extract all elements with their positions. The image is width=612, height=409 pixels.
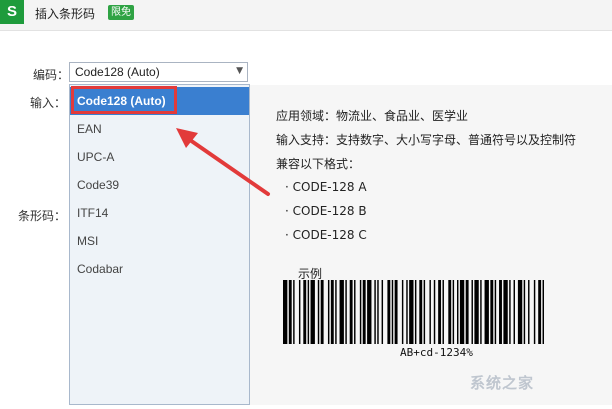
encoding-select[interactable]: Code128 (Auto) ▼ — [69, 62, 248, 82]
barcode-bar — [359, 280, 362, 344]
barcode-bar — [423, 280, 426, 344]
info-input-support: 输入支持：支持数字、大小写字母、普通符号以及控制符 — [276, 133, 577, 147]
barcode-bar — [480, 280, 482, 344]
barcode-bar — [307, 280, 310, 344]
barcode-bar — [387, 280, 391, 344]
barcode-bar — [298, 280, 301, 344]
barcode-bar — [367, 280, 372, 344]
encoding-select-value: Code128 (Auto) — [75, 65, 160, 79]
barcode-caption: AB+cd-1234% — [400, 346, 473, 359]
barcode-bar — [339, 280, 344, 344]
barcode-bar — [542, 280, 544, 344]
barcode-bar — [327, 280, 330, 344]
barcode-label: 条形码： — [18, 209, 67, 223]
barcode-bar — [330, 280, 334, 344]
encoding-dropdown-list: Code128 (Auto) EAN UPC-A Code39 ITF14 MS… — [69, 84, 250, 405]
dropdown-option-codabar[interactable]: Codabar — [70, 255, 249, 283]
barcode-bar — [442, 280, 444, 344]
barcode-bar — [283, 280, 288, 344]
barcode-bar — [349, 280, 353, 344]
chevron-down-icon[interactable]: ▼ — [236, 66, 243, 76]
dialog-title: 插入条形码 — [35, 7, 96, 21]
barcode-bar — [401, 280, 404, 344]
barcode-bar — [377, 280, 379, 344]
dropdown-option-itf14[interactable]: ITF14 — [70, 199, 249, 227]
barcode-bar — [354, 280, 356, 344]
dropdown-option-code39[interactable]: Code39 — [70, 171, 249, 199]
dropdown-option-ean[interactable]: EAN — [70, 115, 249, 143]
barcode-bar — [448, 280, 452, 344]
barcode-bar — [362, 280, 366, 344]
barcode-bar — [474, 280, 479, 344]
format-item: · CODE-128 A — [285, 180, 367, 194]
encoding-label: 编码： — [33, 68, 70, 82]
app-logo-icon: S — [0, 0, 24, 24]
format-item: · CODE-128 B — [285, 204, 367, 218]
barcode-bar — [414, 280, 417, 344]
barcode-bar — [457, 280, 459, 344]
barcode-bar — [538, 280, 542, 344]
barcode-bar — [391, 280, 394, 344]
barcode-bar — [419, 280, 423, 344]
info-application: 应用领域：物流业、食品业、医学业 — [276, 109, 469, 123]
watermark: 系统之家 — [470, 374, 535, 392]
barcode-bar — [523, 280, 526, 344]
dropdown-option-msi[interactable]: MSI — [70, 227, 249, 255]
barcode-bar — [374, 280, 376, 344]
barcode-bar — [533, 280, 536, 344]
barcode-bar — [381, 280, 384, 344]
barcode-bar — [494, 280, 497, 344]
barcode-bar — [303, 280, 307, 344]
barcode-bar — [499, 280, 502, 344]
barcode-bar — [335, 280, 337, 344]
barcode-bar — [513, 280, 515, 344]
dropdown-option-upc-a[interactable]: UPC-A — [70, 143, 249, 171]
free-badge: 限免 — [108, 5, 134, 20]
barcode-bar — [429, 280, 431, 344]
barcode-bar — [459, 280, 465, 344]
barcode-bar — [288, 280, 292, 344]
barcode-bar — [490, 280, 494, 344]
format-item: · CODE-128 C — [285, 228, 367, 242]
barcode-bar — [471, 280, 473, 344]
barcode-bar — [406, 280, 408, 344]
barcode-bar — [310, 280, 315, 344]
barcode-bar — [433, 280, 436, 344]
barcode-bar — [438, 280, 442, 344]
annotation-highlight-box — [71, 86, 177, 114]
barcode-image — [283, 280, 544, 344]
barcode-bar — [409, 280, 414, 344]
barcode-bar — [317, 280, 320, 344]
barcode-bar — [503, 280, 508, 344]
barcode-bar — [320, 280, 324, 344]
input-label: 输入： — [30, 96, 67, 110]
barcode-bar — [293, 280, 295, 344]
barcode-bar — [465, 280, 469, 344]
barcode-bar — [517, 280, 523, 344]
barcode-bar — [509, 280, 511, 344]
barcode-bar — [345, 280, 347, 344]
barcode-bar — [484, 280, 489, 344]
barcode-bar — [528, 280, 530, 344]
info-compatible: 兼容以下格式： — [276, 157, 361, 171]
barcode-bar — [394, 280, 398, 344]
title-bar: S 插入条形码 限免 — [0, 0, 612, 31]
barcode-bar — [452, 280, 455, 344]
